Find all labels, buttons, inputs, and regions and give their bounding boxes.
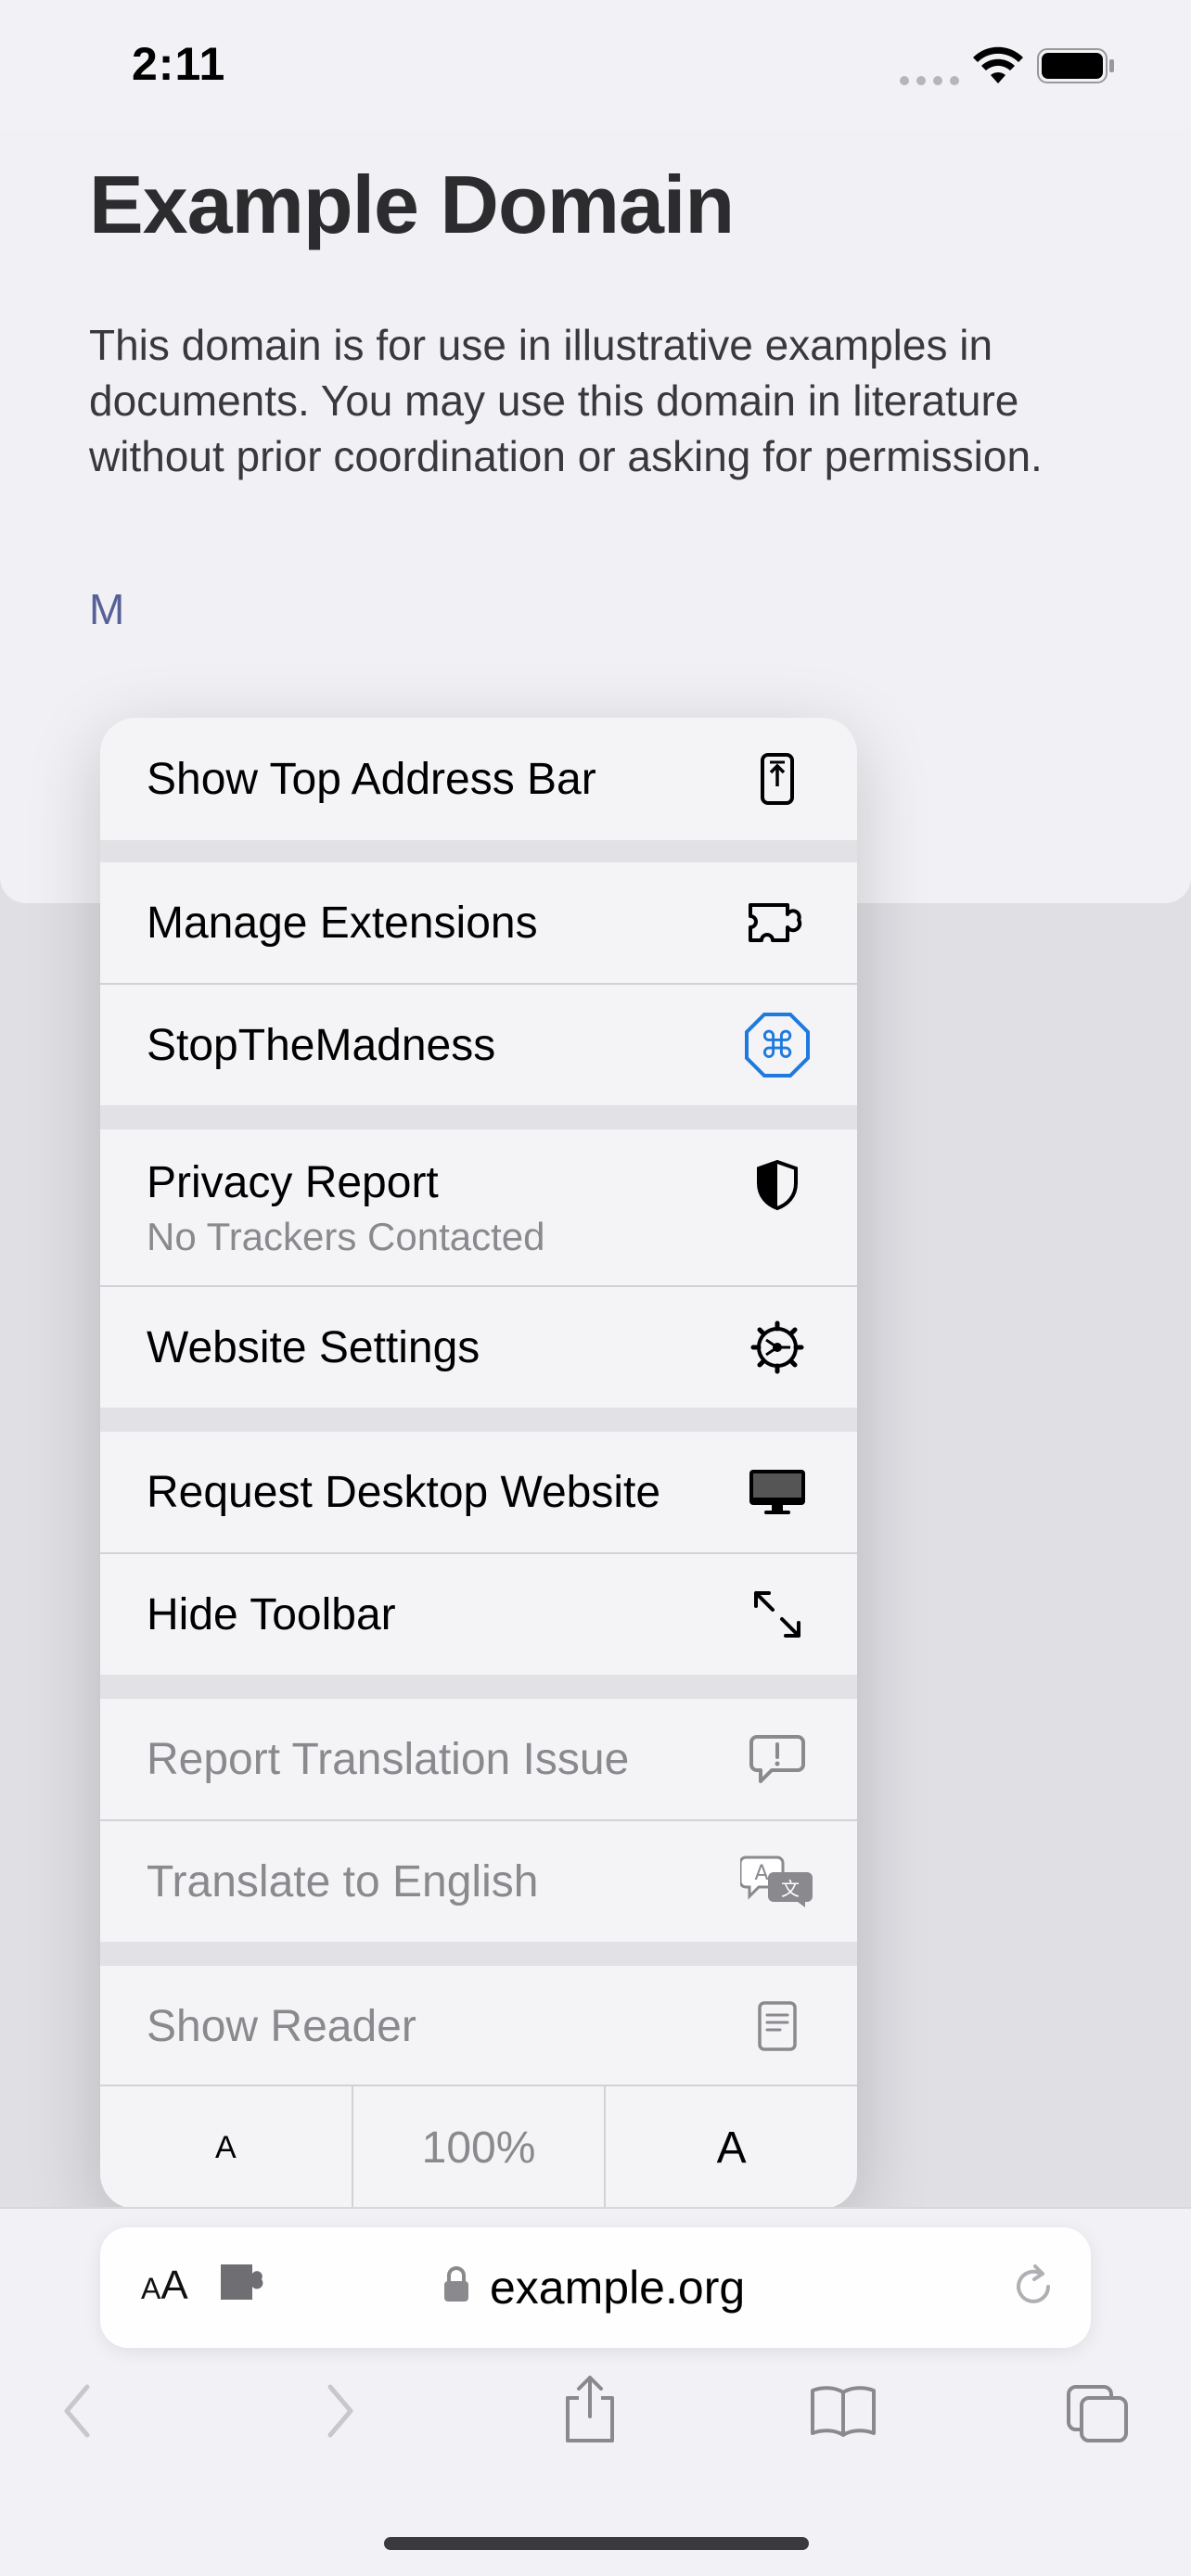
- extension-icon[interactable]: [217, 2263, 267, 2302]
- menu-item-label: Manage Extensions: [147, 898, 538, 948]
- lock-icon: [444, 2266, 468, 2302]
- status-time: 2:11: [132, 38, 226, 90]
- zoom-out-button[interactable]: A: [100, 2086, 352, 2209]
- menu-item-manage-extensions[interactable]: Manage Extensions: [100, 862, 857, 983]
- wifi-icon: [973, 46, 1023, 83]
- battery-icon: [1037, 48, 1114, 83]
- menu-item-request-desktop-website[interactable]: Request Desktop Website: [100, 1432, 857, 1552]
- home-indicator[interactable]: [384, 2537, 809, 2550]
- svg-text:文: 文: [781, 1878, 800, 1900]
- menu-item-label: StopTheMadness: [147, 1020, 496, 1070]
- aa-large-glyph: A: [160, 2263, 188, 2308]
- menu-item-label: Hide Toolbar: [147, 1589, 396, 1639]
- bookmarks-icon[interactable]: [809, 2383, 877, 2439]
- command-octagon-icon: ⌘: [740, 1008, 814, 1082]
- menu-item-label: Translate to English: [147, 1856, 539, 1906]
- menu-item-stopthemadness[interactable]: StopTheMadness ⌘: [100, 985, 857, 1105]
- menu-item-website-settings[interactable]: Website Settings: [100, 1287, 857, 1408]
- extension-puzzle-icon: [740, 886, 814, 960]
- svg-text:⌘: ⌘: [759, 1025, 796, 1067]
- menu-item-label: Show Reader: [147, 2001, 416, 2051]
- aa-small-glyph: A: [141, 2272, 161, 2305]
- page-menu: Show Top Address Bar Manage Extensions S…: [100, 718, 857, 2209]
- menu-item-label: Report Translation Issue: [147, 1734, 630, 1784]
- shield-icon: [740, 1148, 814, 1222]
- menu-item-privacy-report[interactable]: Privacy Report No Trackers Contacted: [100, 1129, 857, 1285]
- reader-document-icon: [740, 1989, 814, 2063]
- menu-item-show-reader[interactable]: Show Reader: [100, 1966, 857, 2086]
- zoom-level[interactable]: 100%: [351, 2086, 607, 2209]
- address-bar[interactable]: AA example.org: [100, 2227, 1091, 2348]
- privacy-report-subtitle: No Trackers Contacted: [147, 1215, 545, 1258]
- desktop-monitor-icon: [740, 1455, 814, 1529]
- zoom-out-label: A: [214, 2129, 237, 2165]
- menu-item-translate-to-english[interactable]: Translate to English A文: [100, 1821, 857, 1942]
- menu-item-label: Request Desktop Website: [147, 1467, 661, 1517]
- forward-icon[interactable]: [321, 2383, 358, 2439]
- top-address-bar-icon: [740, 742, 814, 816]
- zoom-in-label: A: [716, 2123, 747, 2173]
- menu-item-show-top-address-bar[interactable]: Show Top Address Bar: [100, 718, 857, 840]
- zoom-level-label: 100%: [421, 2123, 536, 2173]
- menu-item-label: Website Settings: [147, 1322, 480, 1372]
- zoom-in-button[interactable]: A: [606, 2086, 857, 2209]
- expand-arrows-icon: [740, 1577, 814, 1651]
- zoom-controls: A 100% A: [100, 2086, 857, 2209]
- status-bar: 2:11: [0, 0, 1191, 130]
- tabs-icon[interactable]: [1065, 2383, 1130, 2444]
- menu-item-label: Privacy Report: [147, 1158, 439, 1207]
- menu-item-hide-toolbar[interactable]: Hide Toolbar: [100, 1554, 857, 1675]
- share-icon[interactable]: [560, 2374, 620, 2444]
- menu-item-label: Show Top Address Bar: [147, 754, 596, 804]
- cellular-signal-icon: [900, 76, 959, 85]
- url-text: example.org: [490, 2262, 746, 2314]
- translate-bubbles-icon: A文: [740, 1844, 814, 1919]
- menu-item-report-translation-issue[interactable]: Report Translation Issue: [100, 1699, 857, 1819]
- gear-icon: [740, 1310, 814, 1384]
- svg-text:A: A: [754, 1862, 768, 1885]
- back-icon[interactable]: [59, 2383, 96, 2439]
- reload-icon[interactable]: [1005, 2259, 1061, 2315]
- page-settings-button[interactable]: AA: [141, 2263, 188, 2309]
- browser-toolbar: [0, 2374, 1191, 2467]
- exclamation-bubble-icon: [740, 1722, 814, 1796]
